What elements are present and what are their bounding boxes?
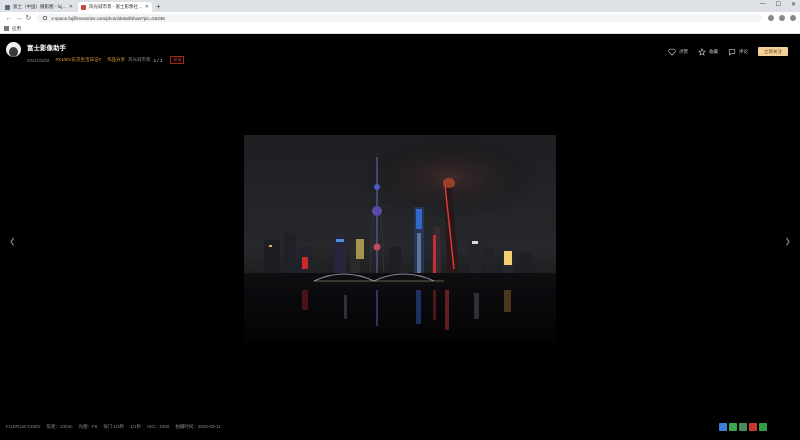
maximize-button[interactable]: ☐ <box>776 1 781 8</box>
share-douban-icon[interactable] <box>759 423 767 431</box>
comment-label: 评论 <box>739 48 748 54</box>
share-qzone-icon[interactable] <box>719 423 727 431</box>
aperture: 光圈：F8 <box>78 424 98 429</box>
url-text: x-space.fujifilmxseries.com/photo/detail… <box>51 15 165 21</box>
exif-info: FUJIFILM X100V 焦距：23mm 光圈：F8 快门:1/4秒 1/1… <box>6 424 221 430</box>
menu-icon[interactable] <box>790 15 797 21</box>
prev-photo-arrow[interactable]: ‹ <box>10 229 15 251</box>
favicon-icon <box>81 4 86 10</box>
like-button[interactable]: 点赞 <box>668 48 688 56</box>
camera-model: FUJIFILM X100V <box>6 424 41 429</box>
close-tab-icon[interactable]: ✕ <box>69 4 73 10</box>
report-button[interactable]: 举报 <box>170 56 185 64</box>
photo-count: 1 / 1 <box>153 57 163 63</box>
share-bar <box>719 423 767 431</box>
close-tab-icon[interactable]: ✕ <box>145 4 149 10</box>
shutter-speed: 快门:1/4秒 <box>103 424 125 429</box>
bookmark-apps[interactable]: 应用 <box>12 26 21 32</box>
author-block: 富士影像助手 2021/01/02 #X100V东京生活日记# 作品分享 风光城… <box>6 42 185 64</box>
favicon-icon <box>5 4 10 10</box>
close-window-button[interactable]: ✕ <box>791 1 796 8</box>
comment-icon <box>728 48 736 56</box>
browser-tab-1[interactable]: 富士（中国）摄影圈 - fujifilm ✕ <box>2 2 76 12</box>
album-link[interactable]: 作品分享 <box>107 57 125 63</box>
like-label: 点赞 <box>679 48 688 54</box>
avatar[interactable] <box>6 42 21 57</box>
exposure: 1/1秒 <box>130 424 142 429</box>
address-bar: ← → ↻ x-space.fujifilmxseries.com/photo/… <box>0 12 800 24</box>
url-input[interactable]: x-space.fujifilmxseries.com/photo/detail… <box>37 14 763 22</box>
heart-icon <box>668 48 676 56</box>
collect-button[interactable]: 收藏 <box>698 47 718 56</box>
post-date: 2021/01/02 <box>27 57 50 63</box>
new-tab-button[interactable]: + <box>156 2 161 12</box>
collect-label: 收藏 <box>709 48 718 54</box>
minimize-button[interactable]: — <box>760 1 766 8</box>
tab-strip: 富士（中国）摄影圈 - fujifilm ✕ 风光城市景 - 富士影像社区 - … <box>0 0 800 12</box>
share-moments-icon[interactable] <box>739 423 747 431</box>
focal-length: 焦距：23mm <box>46 424 73 429</box>
back-icon[interactable]: ← <box>4 15 14 22</box>
action-bar: 点赞 收藏 评论 立即关注 <box>668 47 788 56</box>
tab-label: 风光城市景 - 富士影像社区 - 富 <box>89 4 143 9</box>
follow-button[interactable]: 立即关注 <box>758 47 788 56</box>
capture-time: 拍摄时间：2020-03-11 <box>175 424 221 429</box>
comment-button[interactable]: 评论 <box>728 48 748 56</box>
tab-label: 富士（中国）摄影圈 - fujifilm <box>13 4 67 9</box>
lock-icon <box>43 16 48 20</box>
translate-icon[interactable] <box>768 15 775 21</box>
browser-tab-2[interactable]: 风光城市景 - 富士影像社区 - 富 ✕ <box>78 2 152 12</box>
share-weibo-icon[interactable] <box>749 423 757 431</box>
next-photo-arrow[interactable]: › <box>785 229 790 251</box>
forward-icon[interactable]: → <box>14 15 24 22</box>
window-controls: — ☐ ✕ <box>760 1 796 8</box>
star-icon <box>698 47 706 56</box>
reload-icon[interactable]: ↻ <box>24 14 34 22</box>
apps-icon <box>4 26 9 31</box>
main-photo <box>244 135 556 343</box>
topic-tag[interactable]: #X100V东京生活日记# <box>56 57 102 63</box>
album-category: 风光城市景 <box>128 57 151 62</box>
share-wechat-icon[interactable] <box>729 423 737 431</box>
iso: ISO：1600 <box>147 424 170 429</box>
profile-icon[interactable] <box>779 15 786 21</box>
author-name[interactable]: 富士影像助手 <box>27 42 184 52</box>
photo-viewer: 富士影像助手 2021/01/02 #X100V东京生活日记# 作品分享 风光城… <box>0 35 800 440</box>
bookmarks-bar: 应用 <box>0 24 800 34</box>
